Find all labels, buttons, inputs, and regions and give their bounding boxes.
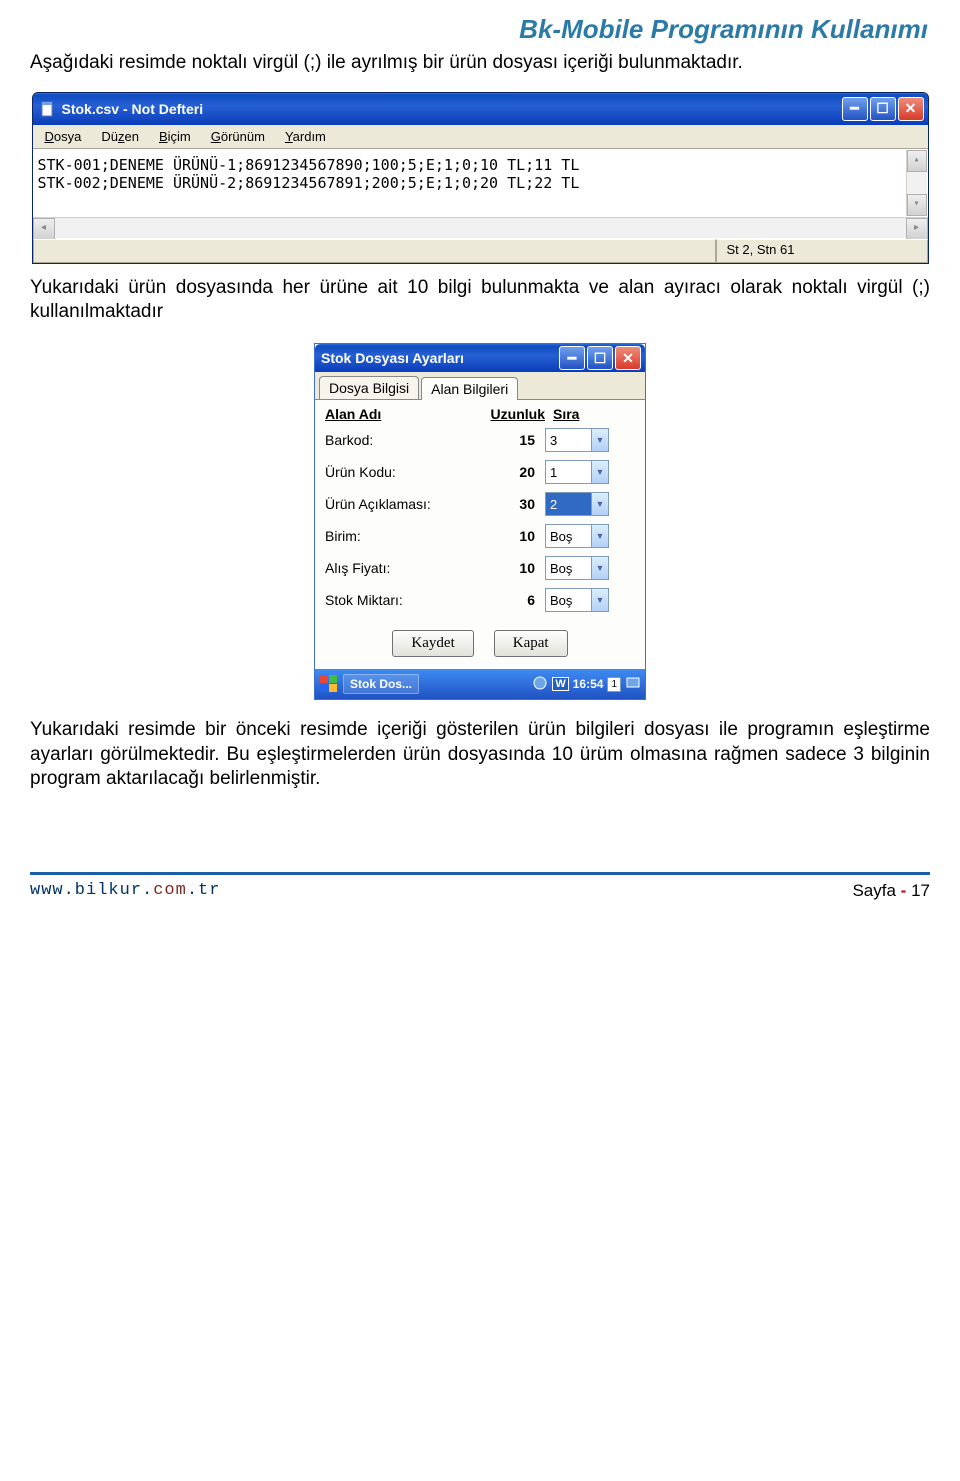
field-sira-combo[interactable]: 3▼ [545,428,609,452]
status-cursor-pos: St 2, Stn 61 [716,239,928,263]
field-length: 10 [475,528,545,544]
field-label: Ürün Açıklaması: [325,496,475,512]
field-row-5: Stok Miktarı:6Boş▼ [325,588,635,612]
field-label: Birim: [325,528,475,544]
notepad-icon [39,100,57,118]
field-length: 30 [475,496,545,512]
field-sira-combo[interactable]: Boş▼ [545,524,609,548]
settings-tabs: Dosya Bilgisi Alan Bilgileri [315,372,645,400]
combo-value: Boş [546,561,591,576]
header-uzunluk: Uzunluk [475,406,553,422]
tray-network-icon[interactable] [532,675,548,694]
page-header: Bk-Mobile Programının Kullanımı [30,14,930,45]
notepad-window: Stok.csv - Not Defteri ━ ☐ ✕ Dosya Düzen… [32,92,929,264]
settings-taskbar: Stok Dos... W 16:54 1 [315,669,645,699]
chevron-down-icon[interactable]: ▼ [591,525,608,547]
field-sira-combo[interactable]: Boş▼ [545,588,609,612]
chevron-down-icon[interactable]: ▼ [591,589,608,611]
field-row-4: Alış Fiyatı:10Boş▼ [325,556,635,580]
notepad-menubar: Dosya Düzen Biçim Görünüm Yardım [33,125,928,149]
menu-dosya[interactable]: Dosya [39,128,88,145]
header-sira: Sıra [553,406,613,422]
paragraph-3: Yukarıdaki resimde bir önceki resimde iç… [30,718,930,792]
notepad-textarea[interactable]: STK-001;DENEME ÜRÜNÜ-1;8691234567890;100… [33,149,928,217]
notepad-statusbar: St 2, Stn 61 [33,238,928,263]
start-icon[interactable] [319,674,339,694]
taskbar-clock: 16:54 [573,677,604,691]
field-row-1: Ürün Kodu:201▼ [325,460,635,484]
field-label: Stok Miktarı: [325,592,475,608]
field-row-2: Ürün Açıklaması:302▼ [325,492,635,516]
scroll-up-icon[interactable]: ▴ [907,150,927,172]
header-alan-adi: Alan Adı [325,406,475,422]
chevron-down-icon[interactable]: ▼ [591,429,608,451]
field-length: 15 [475,432,545,448]
menu-gorunum[interactable]: Görünüm [205,128,271,145]
chevron-down-icon[interactable]: ▼ [591,557,608,579]
taskbar-indicator[interactable]: 1 [607,677,621,692]
settings-titlebar[interactable]: Stok Dosyası Ayarları ━ ☐ ✕ [315,344,645,372]
tab-alan-bilgileri[interactable]: Alan Bilgileri [421,377,518,400]
menu-bicim[interactable]: Biçim [153,128,197,145]
settings-maximize-button[interactable]: ☐ [587,346,613,370]
save-button[interactable]: Kaydet [392,630,473,657]
field-sira-combo[interactable]: 1▼ [545,460,609,484]
horizontal-scrollbar[interactable]: ◂ ▸ [33,217,928,238]
text-line-1: STK-001;DENEME ÜRÜNÜ-1;8691234567890;100… [38,156,580,174]
settings-close-button[interactable]: ✕ [615,346,641,370]
scroll-right-icon[interactable]: ▸ [906,218,928,240]
footer-url: www.bilkur.com.tr [30,881,220,901]
paragraph-1: Aşağıdaki resimde noktalı virgül (;) ile… [30,51,930,76]
minimize-button[interactable]: ━ [842,97,868,121]
tray-w-icon[interactable]: W [552,677,568,691]
settings-title: Stok Dosyası Ayarları [321,350,559,366]
combo-value: Boş [546,529,591,544]
tab-dosya-bilgisi[interactable]: Dosya Bilgisi [319,376,419,399]
field-row-0: Barkod:153▼ [325,428,635,452]
field-length: 6 [475,592,545,608]
menu-duzen[interactable]: Düzen [95,128,145,145]
field-label: Alış Fiyatı: [325,560,475,576]
combo-value: 3 [546,433,591,448]
settings-window: Stok Dosyası Ayarları ━ ☐ ✕ Dosya Bilgis… [314,343,646,700]
taskbar-task[interactable]: Stok Dos... [343,674,419,694]
field-label: Ürün Kodu: [325,464,475,480]
chevron-down-icon[interactable]: ▼ [591,493,608,515]
page-footer: www.bilkur.com.tr Sayfa - 17 [30,872,930,901]
field-row-3: Birim:10Boş▼ [325,524,635,548]
notepad-titlebar[interactable]: Stok.csv - Not Defteri ━ ☐ ✕ [33,93,928,125]
field-length: 20 [475,464,545,480]
combo-value: 2 [546,497,591,512]
menu-yardim[interactable]: Yardım [279,128,332,145]
scroll-down-icon[interactable]: ▾ [907,194,927,216]
paragraph-2: Yukarıdaki ürün dosyasında her ürüne ait… [30,276,930,325]
chevron-down-icon[interactable]: ▼ [591,461,608,483]
maximize-button[interactable]: ☐ [870,97,896,121]
field-sira-combo[interactable]: Boş▼ [545,556,609,580]
close-button[interactable]: ✕ [898,97,924,121]
field-length: 10 [475,560,545,576]
settings-body: Alan Adı Uzunluk Sıra Barkod:153▼Ürün Ko… [315,400,645,669]
combo-value: 1 [546,465,591,480]
text-line-2: STK-002;DENEME ÜRÜNÜ-2;8691234567891;200… [38,174,580,192]
notepad-title: Stok.csv - Not Defteri [62,101,842,117]
vertical-scrollbar[interactable]: ▴ ▾ [906,150,927,216]
field-sira-combo[interactable]: 2▼ [545,492,609,516]
settings-minimize-button[interactable]: ━ [559,346,585,370]
combo-value: Boş [546,593,591,608]
tray-desktop-icon[interactable] [625,675,641,694]
footer-page-number: Sayfa - 17 [852,881,930,901]
field-label: Barkod: [325,432,475,448]
close-button-form[interactable]: Kapat [494,630,568,657]
